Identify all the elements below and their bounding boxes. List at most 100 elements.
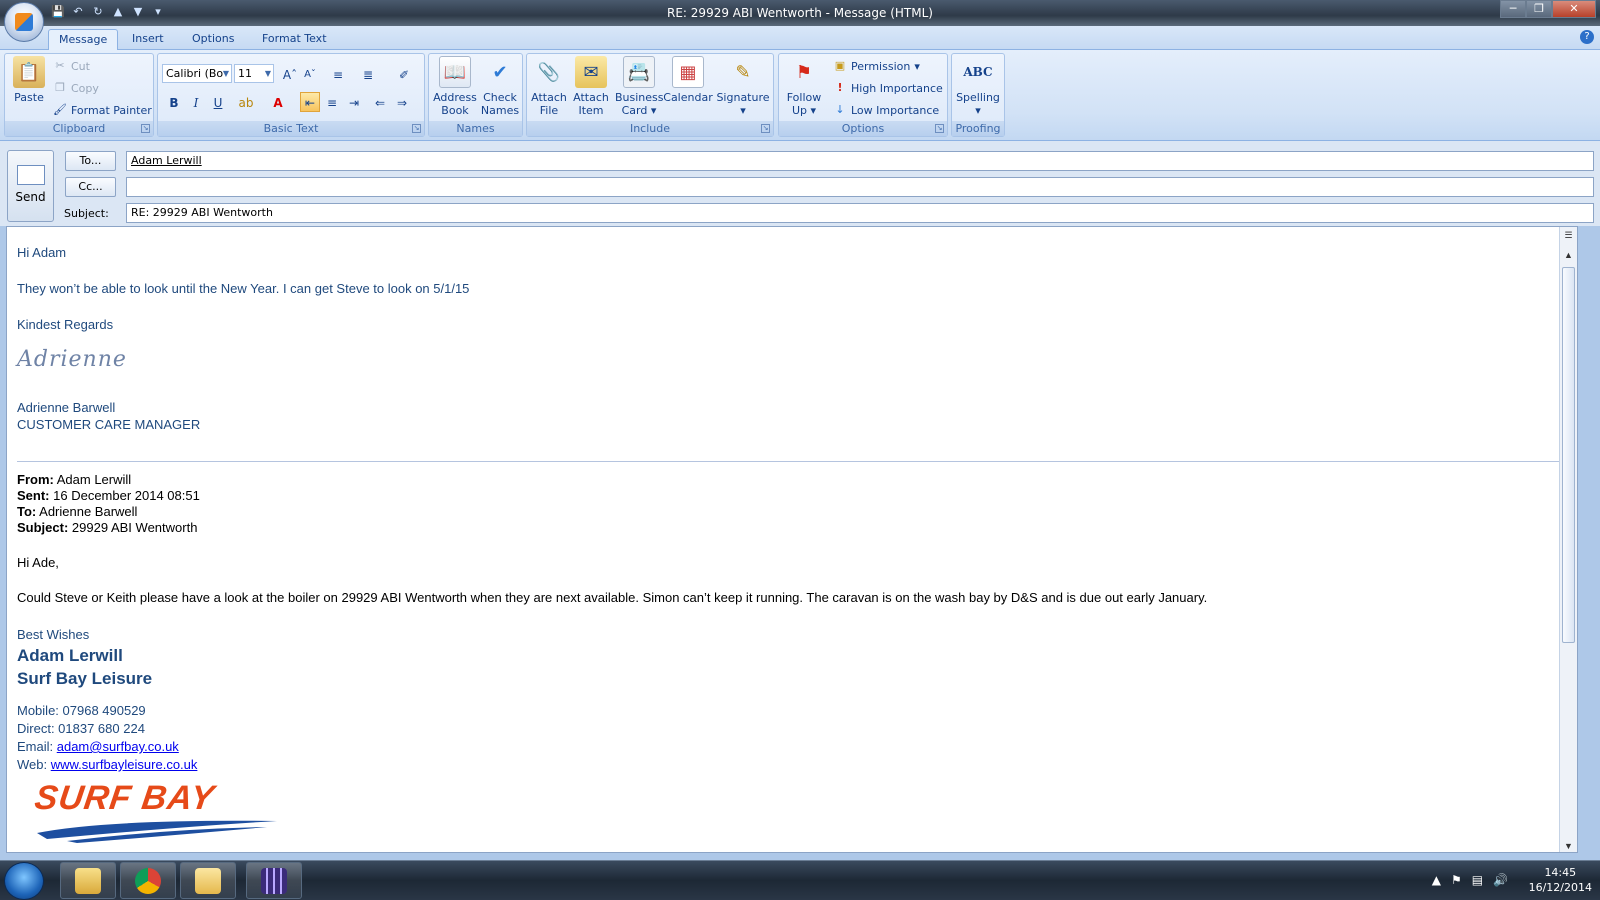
to-field[interactable]: Adam Lerwill (126, 151, 1594, 171)
basic-text-group: Calibri (Bo ▼ 11 ▼ Aˆ Aˇ ≡ ≣ ✐ B I U ab A … (157, 53, 425, 137)
scroll-down-icon[interactable]: ▼ (1560, 838, 1577, 852)
bold-button[interactable]: B (164, 92, 184, 112)
cc-button[interactable]: Cc... (65, 177, 116, 197)
restore-icon[interactable]: ❐ (1526, 0, 1552, 18)
outlook-icon (195, 867, 221, 894)
low-importance-button[interactable]: ↓ Low Importance (833, 101, 939, 119)
start-button[interactable] (4, 862, 44, 900)
permission-button[interactable]: ▣ Permission ▾ (833, 57, 920, 75)
paperclip-icon: 📎 (537, 61, 561, 83)
explorer-icon (75, 867, 101, 894)
orig-mobile: Mobile: 07968 490529 (17, 703, 146, 718)
highlight-icon[interactable]: ab (236, 92, 256, 112)
orig-direct: Direct: 01837 680 224 (17, 721, 145, 736)
tab-options[interactable]: Options (182, 29, 244, 50)
web-link[interactable]: www.surfbayleisure.co.uk (51, 757, 198, 772)
taskbar-explorer[interactable] (60, 862, 116, 899)
minimize-icon[interactable]: ─ (1500, 0, 1526, 18)
names-group: 📖 Address Book ✔ Check Names Names (428, 53, 523, 137)
orig-wishes: Best Wishes (17, 627, 90, 642)
scissors-icon: ✂ (55, 59, 65, 72)
office-button[interactable] (4, 2, 44, 42)
action-center-flag-icon[interactable]: ⚑ (1451, 873, 1462, 887)
proofing-label: Proofing (952, 121, 1004, 136)
to-recipient[interactable]: Adam Lerwill (131, 154, 202, 167)
dialog-launcher-icon[interactable]: ↘ (935, 124, 944, 133)
font-size-select[interactable]: 11 ▼ (234, 64, 274, 83)
spelling-button[interactable]: ABC Spelling ▾ (954, 56, 1002, 117)
tab-message[interactable]: Message (48, 29, 119, 50)
numbering-icon[interactable]: ≣ (358, 64, 378, 84)
network-icon[interactable]: ▤ (1472, 873, 1483, 887)
shrink-font-icon[interactable]: Aˇ (300, 64, 320, 84)
volume-icon[interactable]: 🔊 (1493, 873, 1508, 887)
signature-icon: ✎ (735, 61, 751, 83)
signature-button[interactable]: ✎ Signature ▾ (715, 56, 771, 117)
vertical-scrollbar[interactable]: ☰ ▲ ▼ (1559, 227, 1577, 852)
business-card-button[interactable]: 📇 Business Card ▾ (615, 56, 664, 117)
address-book-button[interactable]: 📖 Address Book (433, 56, 477, 117)
subject-label: Subject: (64, 207, 109, 220)
send-button[interactable]: Send (7, 150, 54, 222)
font-name-select[interactable]: Calibri (Bo ▼ (162, 64, 232, 83)
orig-email: Email: adam@surfbay.co.uk (17, 739, 179, 754)
show-hidden-icon[interactable]: ▲ (1432, 873, 1441, 887)
chevron-down-icon: ▾ (647, 104, 657, 117)
font-color-icon[interactable]: A (268, 92, 288, 112)
align-right-icon[interactable]: ⇥ (344, 92, 364, 112)
high-importance-button[interactable]: ! High Importance (833, 79, 942, 97)
attach-file-button[interactable]: 📎 Attach File (529, 56, 569, 117)
cc-field[interactable] (126, 177, 1594, 197)
email-link[interactable]: adam@surfbay.co.uk (57, 739, 179, 754)
taskbar-outlook[interactable] (180, 862, 236, 899)
flag-icon: ⚑ (795, 61, 813, 83)
message-body[interactable]: Hi Adam They won’t be able to look until… (6, 226, 1578, 853)
sender-name: Adrienne Barwell (17, 400, 116, 415)
include-group: 📎 Attach File ✉ Attach Item 📇 Business Card… (526, 53, 774, 137)
wave-icon (37, 820, 277, 843)
attach-item-button[interactable]: ✉ Attach Item (571, 56, 611, 117)
align-center-icon[interactable]: ≡ (322, 92, 342, 112)
window-controls: ─ ❐ ✕ (1500, 0, 1596, 18)
bullets-icon[interactable]: ≡ (328, 64, 348, 84)
dialog-launcher-icon[interactable]: ↘ (141, 124, 150, 133)
surf-bay-logo: SURF BAY (27, 775, 287, 845)
copy-button[interactable]: ❐ Copy (53, 79, 99, 97)
italic-button[interactable]: I (186, 92, 206, 112)
scroll-up-icon[interactable]: ▲ (1560, 247, 1577, 263)
calendar-button[interactable]: ▦ Calendar (663, 56, 713, 104)
align-left-icon[interactable]: ⇤ (300, 92, 320, 112)
follow-up-button[interactable]: ⚑ Follow Up ▾ (781, 56, 827, 117)
taskbar-calculator[interactable] (246, 862, 302, 899)
address-book-icon: 📖 (439, 56, 471, 88)
clear-formatting-icon[interactable]: ✐ (394, 64, 414, 84)
calculator-icon (261, 867, 287, 894)
increase-indent-icon[interactable]: ⇒ (392, 92, 412, 112)
decrease-indent-icon[interactable]: ⇐ (370, 92, 390, 112)
taskbar: ▲ ⚑ ▤ 🔊 14:45 16/12/2014 (0, 860, 1600, 900)
clock[interactable]: 14:45 16/12/2014 (1529, 865, 1592, 895)
underline-button[interactable]: U (208, 92, 228, 112)
orig-sent: Sent: 16 December 2014 08:51 (17, 488, 200, 503)
chevron-down-icon: ▾ (975, 104, 981, 117)
dialog-launcher-icon[interactable]: ↘ (761, 124, 770, 133)
dialog-launcher-icon[interactable]: ↘ (412, 124, 421, 133)
to-button[interactable]: To... (65, 151, 116, 171)
paste-button[interactable]: 📋 Paste (9, 56, 49, 104)
greeting: Hi Adam (17, 245, 67, 260)
grow-font-icon[interactable]: Aˆ (280, 64, 300, 84)
ruler-toggle-icon[interactable]: ☰ (1560, 227, 1577, 243)
exclamation-icon: ! (837, 81, 843, 94)
tab-format-text[interactable]: Format Text (252, 29, 337, 50)
tab-insert[interactable]: Insert (122, 29, 174, 50)
taskbar-chrome[interactable] (120, 862, 176, 899)
scroll-thumb[interactable] (1562, 267, 1575, 643)
paste-icon: 📋 (13, 56, 45, 88)
cut-button[interactable]: ✂ Cut (53, 57, 90, 75)
check-names-button[interactable]: ✔ Check Names (479, 56, 521, 117)
format-painter-button[interactable]: 🖌 Format Painter (53, 101, 152, 119)
subject-field[interactable]: RE: 29929 ABI Wentworth (126, 203, 1594, 223)
help-icon[interactable]: ? (1580, 30, 1594, 44)
close-icon[interactable]: ✕ (1552, 0, 1596, 18)
office-logo-icon (15, 13, 33, 31)
